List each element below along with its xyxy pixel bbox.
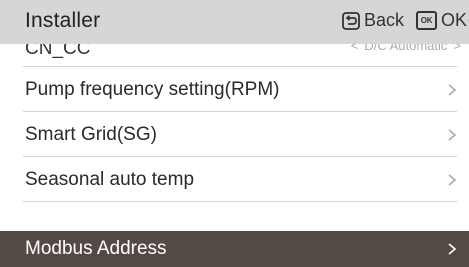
chevron-right-icon xyxy=(448,243,457,255)
ok-button[interactable]: OK xyxy=(441,10,467,31)
menu-item-pump-frequency[interactable]: Pump frequency setting(RPM) xyxy=(0,67,469,112)
chevron-right-icon xyxy=(448,128,457,141)
back-icon[interactable] xyxy=(342,11,360,30)
divider xyxy=(23,201,457,202)
ok-icon-text: OK xyxy=(415,11,437,30)
page-title: Installer xyxy=(25,9,101,32)
menu-item-label: Pump frequency setting(RPM) xyxy=(25,78,280,100)
menu-item-smart-grid[interactable]: Smart Grid(SG) xyxy=(0,112,469,157)
menu-item-modbus-address[interactable]: Modbus Address xyxy=(0,231,469,267)
header-actions: Back OK OK xyxy=(342,10,467,31)
header-bar: Installer Back OK OK xyxy=(0,0,469,44)
installer-screen: Installer Back OK OK CN_CC < D/C Automat… xyxy=(0,0,469,267)
menu-item-label: Smart Grid(SG) xyxy=(25,123,157,145)
chevron-right-icon xyxy=(448,173,457,186)
menu-item-label: Modbus Address xyxy=(25,238,167,259)
chevron-right-icon xyxy=(448,83,457,96)
menu-item-label: Seasonal auto temp xyxy=(25,168,195,190)
menu-item-cn-cc[interactable]: CN_CC < D/C Automatic > xyxy=(0,38,469,67)
back-button[interactable]: Back xyxy=(364,10,404,31)
ok-icon[interactable]: OK xyxy=(415,11,437,30)
menu-item-seasonal-auto-temp[interactable]: Seasonal auto temp xyxy=(0,157,469,202)
menu-list: CN_CC < D/C Automatic > Pump frequency s… xyxy=(0,38,469,267)
